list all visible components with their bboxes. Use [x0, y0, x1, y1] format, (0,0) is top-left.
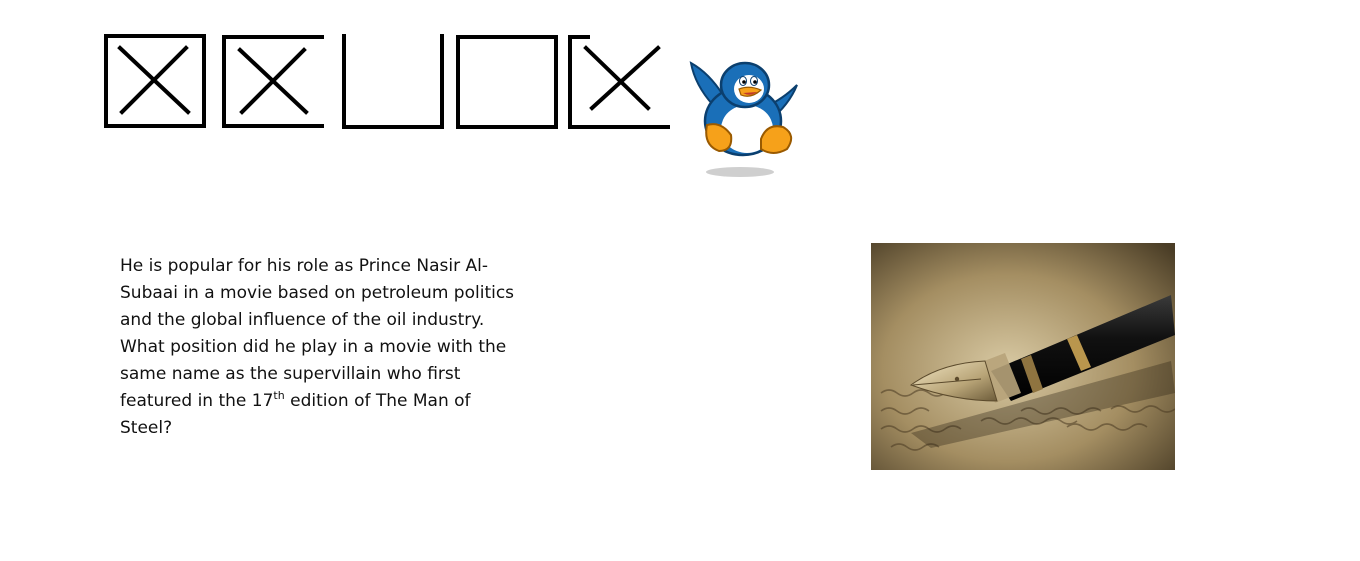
ordinal-suffix: th [273, 389, 285, 402]
question-text: He is popular for his role as Prince Nas… [120, 253, 525, 442]
answer-box-3 [342, 34, 444, 129]
question-text-main: He is popular for his role as Prince Nas… [120, 256, 515, 411]
fountain-pen-icon [871, 243, 1175, 470]
cross-mark [583, 45, 651, 111]
penguin-icon [689, 61, 798, 177]
answer-box-4 [456, 35, 558, 129]
answer-box-5 [568, 35, 670, 129]
answer-box-2 [222, 35, 324, 128]
answer-box-1 [104, 34, 206, 128]
answer-boxes [104, 34, 670, 129]
